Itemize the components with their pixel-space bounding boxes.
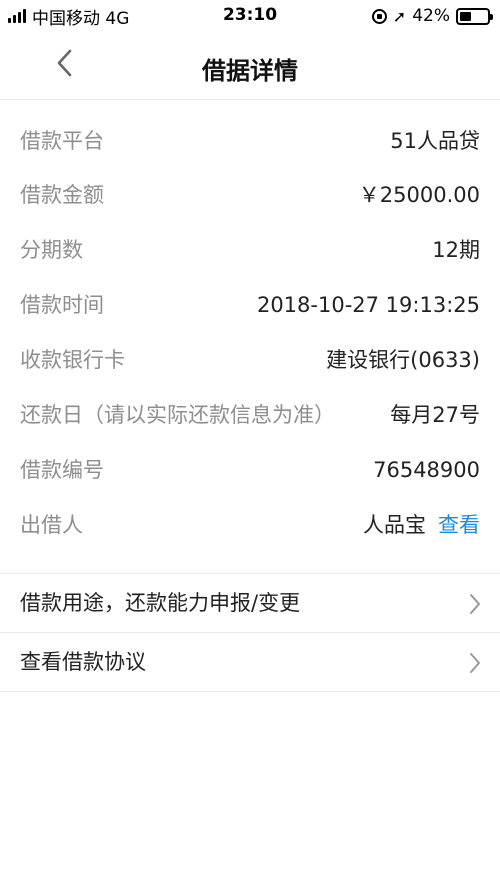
status-right: ➚ 42% <box>371 5 493 27</box>
battery-icon <box>456 7 493 25</box>
menu-item-loan-purpose[interactable]: 借款用途，还款能力申报/变更 <box>0 574 500 633</box>
detail-row-lender: 出借人 人品宝 查看 <box>0 486 500 541</box>
detail-row-installments: 分期数 12期 <box>0 211 500 266</box>
page-title: 借据详情 <box>202 57 298 85</box>
detail-row-amount: 借款金额 ￥25000.00 <box>0 156 500 211</box>
menu-item-label: 借款用途，还款能力申报/变更 <box>20 591 301 615</box>
menu-item-loan-agreement[interactable]: 查看借款协议 <box>0 633 500 692</box>
detail-label: 还款日（请以实际还款信息为准） <box>20 403 335 427</box>
detail-value: 建设银行(0633) <box>326 348 480 372</box>
detail-label: 收款银行卡 <box>20 348 125 372</box>
detail-row-loan-number: 借款编号 76548900 <box>0 431 500 486</box>
detail-value: 51人品贷 <box>390 129 480 153</box>
battery-percent: 42% <box>412 6 450 26</box>
menu-item-label: 查看借款协议 <box>20 650 146 674</box>
lender-name: 人品宝 <box>363 513 426 537</box>
location-arrow-icon: ➚ <box>392 6 407 26</box>
detail-label: 出借人 <box>20 513 83 537</box>
detail-value: 12期 <box>432 238 480 262</box>
detail-value-lender: 人品宝 查看 <box>363 486 480 541</box>
detail-label: 分期数 <box>20 238 83 262</box>
status-bar: 中国移动 4G 23:10 ➚ 42% <box>0 0 500 34</box>
detail-label: 借款时间 <box>20 293 104 317</box>
action-menu: 借款用途，还款能力申报/变更 查看借款协议 <box>0 574 500 692</box>
view-lender-link[interactable]: 查看 <box>438 513 480 537</box>
chevron-right-icon <box>470 653 480 673</box>
battery-fill <box>460 11 471 21</box>
detail-label: 借款平台 <box>20 129 104 153</box>
detail-row-time: 借款时间 2018-10-27 19:13:25 <box>0 266 500 321</box>
detail-value: 2018-10-27 19:13:25 <box>256 293 480 317</box>
detail-row-repayment-day: 还款日（请以实际还款信息为准） 每月27号 <box>0 376 500 431</box>
detail-row-platform: 借款平台 51人品贷 <box>0 101 500 156</box>
chevron-right-icon <box>470 594 480 614</box>
detail-value: ￥25000.00 <box>358 183 480 207</box>
navigation-bar: 借据详情 <box>0 34 500 100</box>
detail-list: 借款平台 51人品贷 借款金额 ￥25000.00 分期数 12期 借款时间 2… <box>0 101 500 541</box>
detail-row-bank-card: 收款银行卡 建设银行(0633) <box>0 321 500 376</box>
rotation-lock-icon <box>371 8 387 24</box>
detail-label: 借款编号 <box>20 458 104 482</box>
detail-label: 借款金额 <box>20 183 104 207</box>
detail-value: 每月27号 <box>390 403 480 427</box>
detail-value: 76548900 <box>373 458 480 482</box>
